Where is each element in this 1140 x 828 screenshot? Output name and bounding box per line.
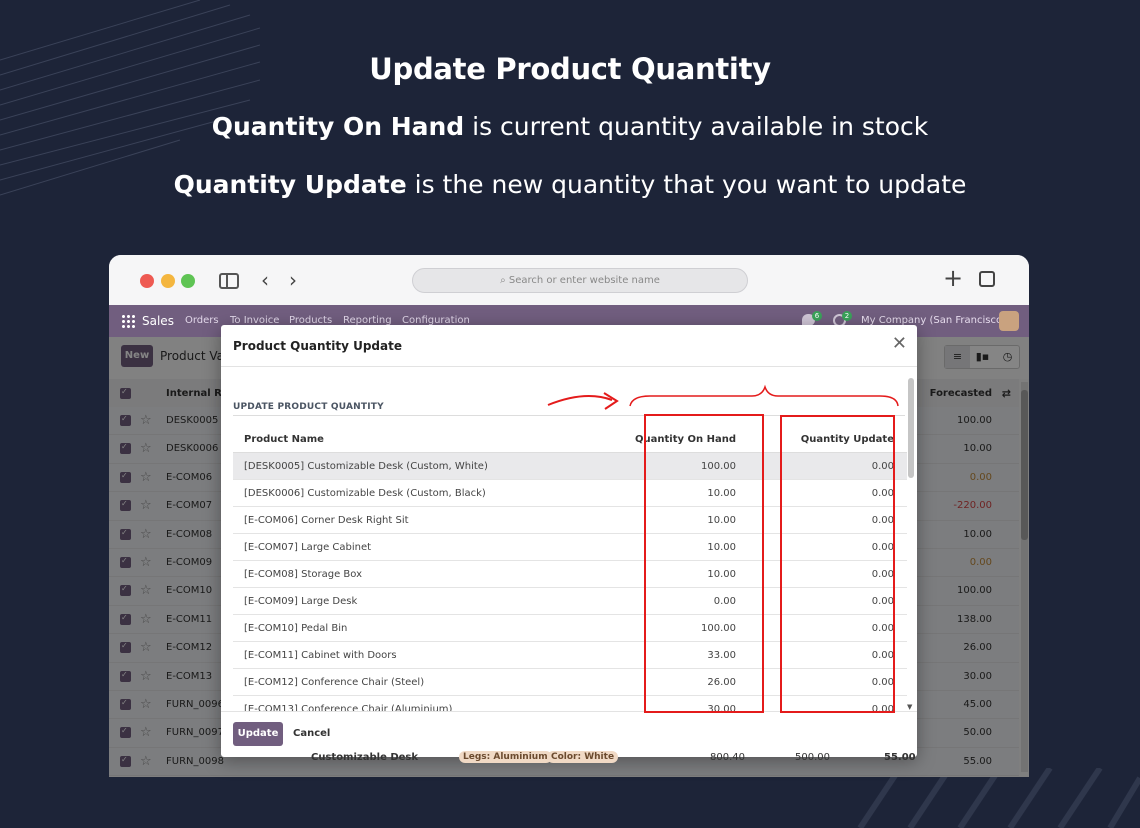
list-row-bottom-details: Customizable Desk Legs: Aluminium Color:… xyxy=(109,749,1029,777)
bottom-row-name: Customizable Desk xyxy=(311,752,419,763)
bottom-row-onhand: 55.00 xyxy=(884,752,916,763)
dialog-header: Product Quantity Update ✕ xyxy=(221,325,917,367)
url-bar[interactable]: ⌕ Search or enter website name xyxy=(412,268,748,293)
tabs-icon[interactable] xyxy=(979,271,995,287)
chevron-right-icon[interactable]: › xyxy=(289,269,297,291)
bottom-row-cost: 500.00 xyxy=(795,752,830,763)
row-product-name: [E-COM10] Pedal Bin xyxy=(244,623,348,634)
dialog-title: Product Quantity Update xyxy=(233,339,402,353)
browser-toolbar: ‹ › ⌕ Search or enter website name + xyxy=(109,255,1029,305)
hero-line-1-bold: Quantity On Hand xyxy=(211,112,465,141)
row-product-name: [E-COM08] Storage Box xyxy=(244,569,363,580)
row-product-name: [E-COM06] Corner Desk Right Sit xyxy=(244,515,409,526)
close-icon[interactable]: ✕ xyxy=(892,335,907,353)
row-product-name: [E-COM09] Large Desk xyxy=(244,596,358,607)
hero-line-1-text: is current quantity available in stock xyxy=(464,112,929,141)
scroll-down-icon[interactable]: ▼ xyxy=(907,703,912,711)
section-title: UPDATE PRODUCT QUANTITY xyxy=(233,402,384,412)
bottom-row-tag-color: Color: White xyxy=(547,751,619,763)
row-product-name: [E-COM07] Large Cabinet xyxy=(244,542,372,553)
url-placeholder: Search or enter website name xyxy=(508,275,660,286)
highlight-on-hand-column xyxy=(644,414,764,713)
sidebar-icon[interactable] xyxy=(219,273,239,289)
dialog-scrollbar[interactable]: ▼ xyxy=(907,375,915,711)
bottom-row-price: 800.40 xyxy=(710,752,745,763)
update-button[interactable]: Update xyxy=(233,722,283,746)
hero-line-2-bold: Quantity Update xyxy=(173,170,407,199)
dialog-scrollbar-thumb[interactable] xyxy=(908,378,914,478)
row-product-name: [E-COM11] Cabinet with Doors xyxy=(244,650,397,661)
minimize-window-button[interactable] xyxy=(161,274,175,288)
row-product-name: [E-COM12] Conference Chair (Steel) xyxy=(244,677,425,688)
hero-line-2: Quantity Update is the new quantity that… xyxy=(0,170,1140,199)
apps-grid-icon[interactable] xyxy=(121,314,135,328)
hero-line-2-text: is the new quantity that you want to upd… xyxy=(406,170,967,199)
background-decoration-bottom xyxy=(857,768,1140,828)
activity-badge: 2 xyxy=(842,311,852,321)
row-product-name: [DESK0006] Customizable Desk (Custom, Bl… xyxy=(244,488,486,499)
bottom-row-tag-legs: Legs: Aluminium xyxy=(459,751,552,763)
row-product-name: [E-COM13] Conference Chair (Aluminium) xyxy=(244,704,453,711)
avatar[interactable] xyxy=(999,311,1019,331)
app-name[interactable]: Sales xyxy=(142,314,174,328)
hero-line-1: Quantity On Hand is current quantity ava… xyxy=(0,112,1140,141)
close-window-button[interactable] xyxy=(140,274,154,288)
maximize-window-button[interactable] xyxy=(181,274,195,288)
search-icon: ⌕ xyxy=(500,275,509,286)
highlight-update-column xyxy=(780,415,895,713)
hero-title: Update Product Quantity xyxy=(369,52,771,86)
chevron-left-icon[interactable]: ‹ xyxy=(261,269,269,291)
plus-icon[interactable]: + xyxy=(943,266,963,290)
chat-badge: 6 xyxy=(812,311,822,321)
row-product-name: [DESK0005] Customizable Desk (Custom, Wh… xyxy=(244,461,488,472)
cancel-button[interactable]: Cancel xyxy=(293,722,330,746)
column-product-name: Product Name xyxy=(244,434,324,445)
menu-orders[interactable]: Orders xyxy=(185,315,219,326)
